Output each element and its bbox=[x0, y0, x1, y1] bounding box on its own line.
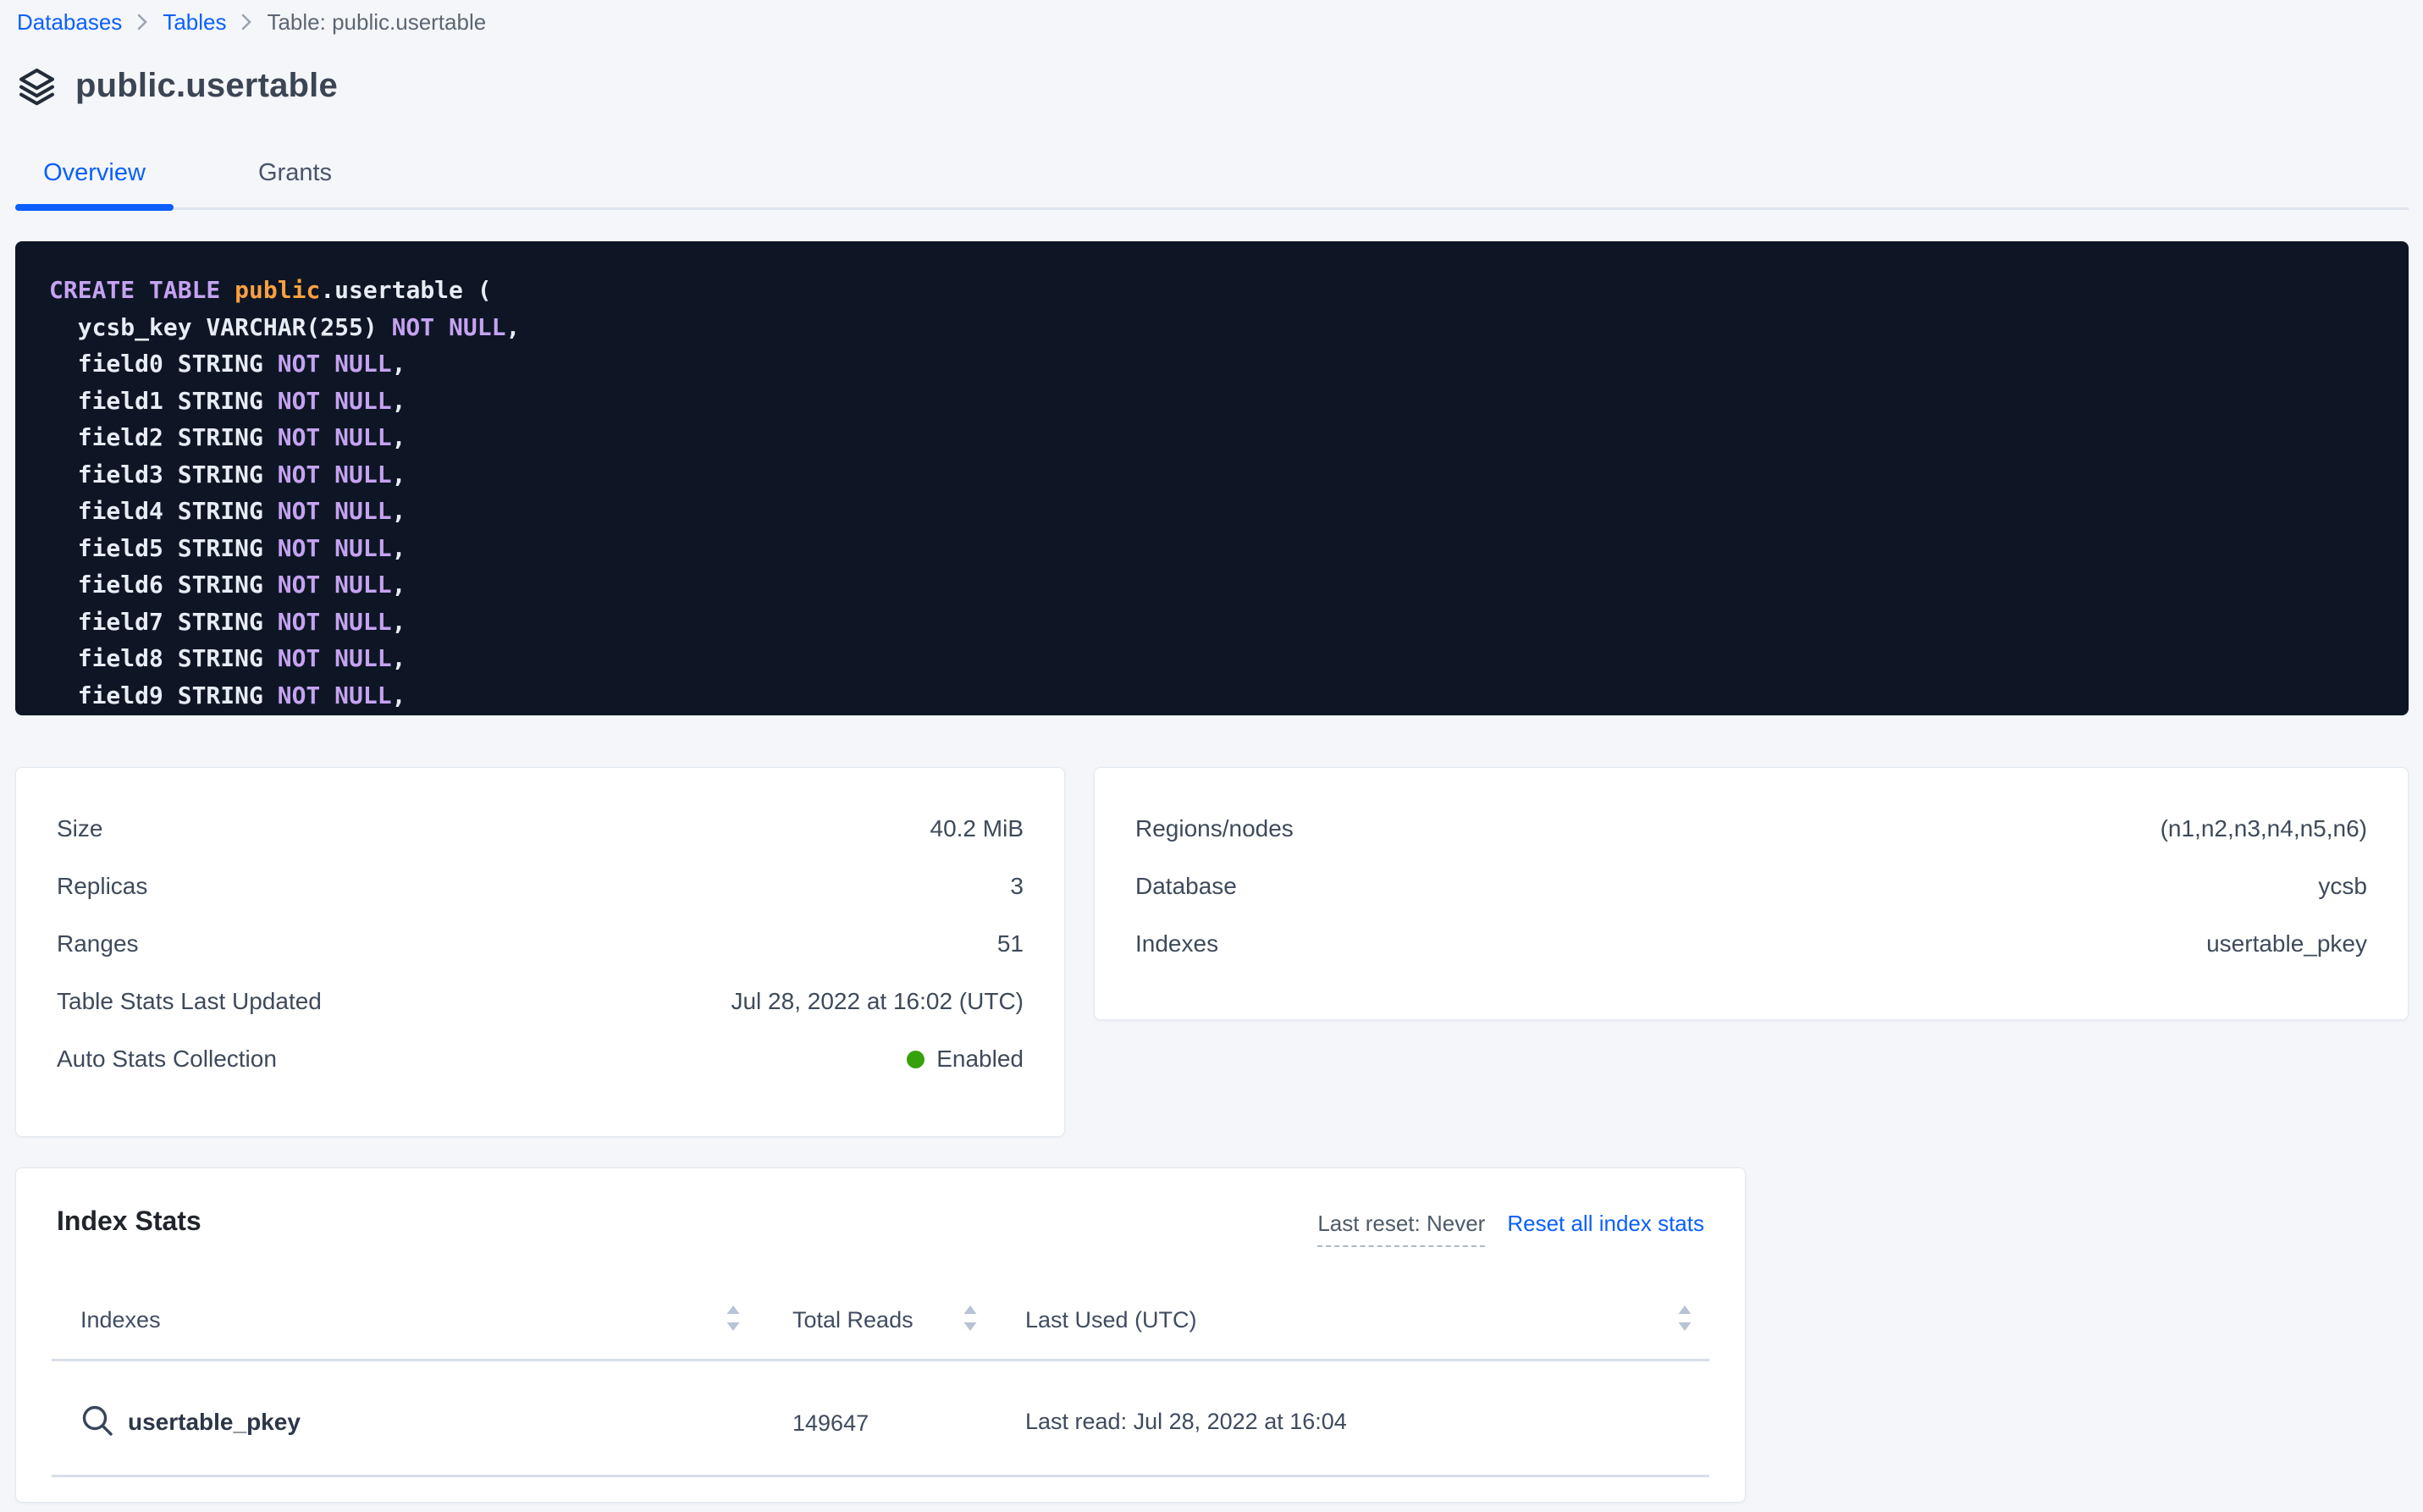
tabs-divider bbox=[15, 207, 2409, 210]
detail-value: 51 bbox=[997, 930, 1024, 957]
chevron-right-icon bbox=[240, 12, 252, 32]
table-row: usertable_pkey 149647 Last read: Jul 28,… bbox=[57, 1371, 1704, 1473]
create-table-sql-box[interactable]: CREATE TABLE public.usertable ( ycsb_key… bbox=[15, 241, 2409, 715]
table-details-page: Databases Tables Table: public.usertable… bbox=[0, 0, 2423, 1512]
column-header-indexes[interactable]: Indexes bbox=[80, 1307, 161, 1333]
detail-value: (n1,n2,n3,n4,n5,n6) bbox=[2161, 815, 2367, 842]
index-total-reads: 149647 bbox=[792, 1410, 869, 1437]
sql-code: CREATE TABLE public.usertable ( ycsb_key… bbox=[49, 272, 2375, 714]
index-stats-actions: Last reset: Never Reset all index stats bbox=[1317, 1211, 1704, 1247]
detail-row-indexes: Indexes usertable_pkey bbox=[1135, 915, 2367, 973]
detail-label: Database bbox=[1135, 873, 1237, 900]
detail-row-auto-stats: Auto Stats Collection Enabled bbox=[57, 1030, 1024, 1088]
page-title: public.usertable bbox=[75, 67, 338, 105]
breadcrumb-current: Table: public.usertable bbox=[267, 9, 486, 36]
column-header-last-used[interactable]: Last Used (UTC) bbox=[1025, 1307, 1197, 1333]
index-stats-card: Index Stats Last reset: Never Reset all … bbox=[15, 1167, 1746, 1503]
index-stats-table-header: Indexes Total Reads Last Used (UTC) bbox=[57, 1295, 1704, 1346]
detail-value: Enabled bbox=[907, 1046, 1024, 1073]
breadcrumb-link-tables[interactable]: Tables bbox=[163, 9, 226, 36]
detail-row-regions: Regions/nodes (n1,n2,n3,n4,n5,n6) bbox=[1135, 800, 2367, 858]
tab-grants[interactable]: Grants bbox=[216, 159, 374, 187]
active-tab-underline bbox=[15, 204, 174, 211]
detail-label: Size bbox=[57, 815, 102, 842]
status-badge: Enabled bbox=[936, 1046, 1024, 1073]
detail-row-ranges: Ranges 51 bbox=[57, 915, 1024, 973]
sort-icon[interactable] bbox=[961, 1302, 980, 1338]
detail-row-stats-updated: Table Stats Last Updated Jul 28, 2022 at… bbox=[57, 973, 1024, 1030]
detail-label: Auto Stats Collection bbox=[57, 1046, 277, 1073]
index-last-used: Last read: Jul 28, 2022 at 16:04 bbox=[1025, 1409, 1347, 1435]
table-header-divider bbox=[52, 1359, 1709, 1361]
chevron-right-icon bbox=[136, 12, 148, 32]
table-location-card: Regions/nodes (n1,n2,n3,n4,n5,n6) Databa… bbox=[1094, 767, 2409, 1020]
breadcrumb: Databases Tables Table: public.usertable bbox=[17, 5, 486, 39]
last-reset-label: Last reset: Never bbox=[1317, 1211, 1485, 1247]
status-enabled-dot bbox=[907, 1051, 924, 1068]
sort-icon[interactable] bbox=[724, 1302, 742, 1338]
breadcrumb-link-databases[interactable]: Databases bbox=[17, 9, 122, 36]
detail-value: 3 bbox=[1010, 873, 1024, 900]
detail-label: Replicas bbox=[57, 873, 147, 900]
detail-value: 40.2 MiB bbox=[930, 815, 1024, 842]
detail-row-size: Size 40.2 MiB bbox=[57, 800, 1024, 858]
detail-row-database: Database ycsb bbox=[1135, 858, 2367, 915]
detail-label: Ranges bbox=[57, 930, 139, 957]
sort-icon[interactable] bbox=[1675, 1302, 1694, 1338]
detail-row-replicas: Replicas 3 bbox=[57, 858, 1024, 915]
detail-label: Regions/nodes bbox=[1135, 815, 1294, 842]
search-icon bbox=[79, 1402, 116, 1443]
tab-overview[interactable]: Overview bbox=[15, 159, 174, 187]
table-row-divider bbox=[52, 1475, 1709, 1477]
reset-all-index-stats-link[interactable]: Reset all index stats bbox=[1507, 1211, 1704, 1237]
detail-label: Table Stats Last Updated bbox=[57, 988, 322, 1015]
detail-value: ycsb bbox=[2318, 873, 2367, 900]
detail-value: usertable_pkey bbox=[2206, 930, 2367, 957]
detail-value: Jul 28, 2022 at 16:02 (UTC) bbox=[731, 988, 1024, 1015]
detail-label: Indexes bbox=[1135, 930, 1218, 957]
index-name-link[interactable]: usertable_pkey bbox=[128, 1409, 301, 1436]
layers-icon bbox=[17, 66, 57, 106]
index-stats-title: Index Stats bbox=[57, 1206, 201, 1237]
column-header-total-reads[interactable]: Total Reads bbox=[792, 1307, 913, 1333]
table-details-card: Size 40.2 MiB Replicas 3 Ranges 51 Table… bbox=[15, 767, 1065, 1137]
page-header: public.usertable bbox=[17, 66, 338, 106]
